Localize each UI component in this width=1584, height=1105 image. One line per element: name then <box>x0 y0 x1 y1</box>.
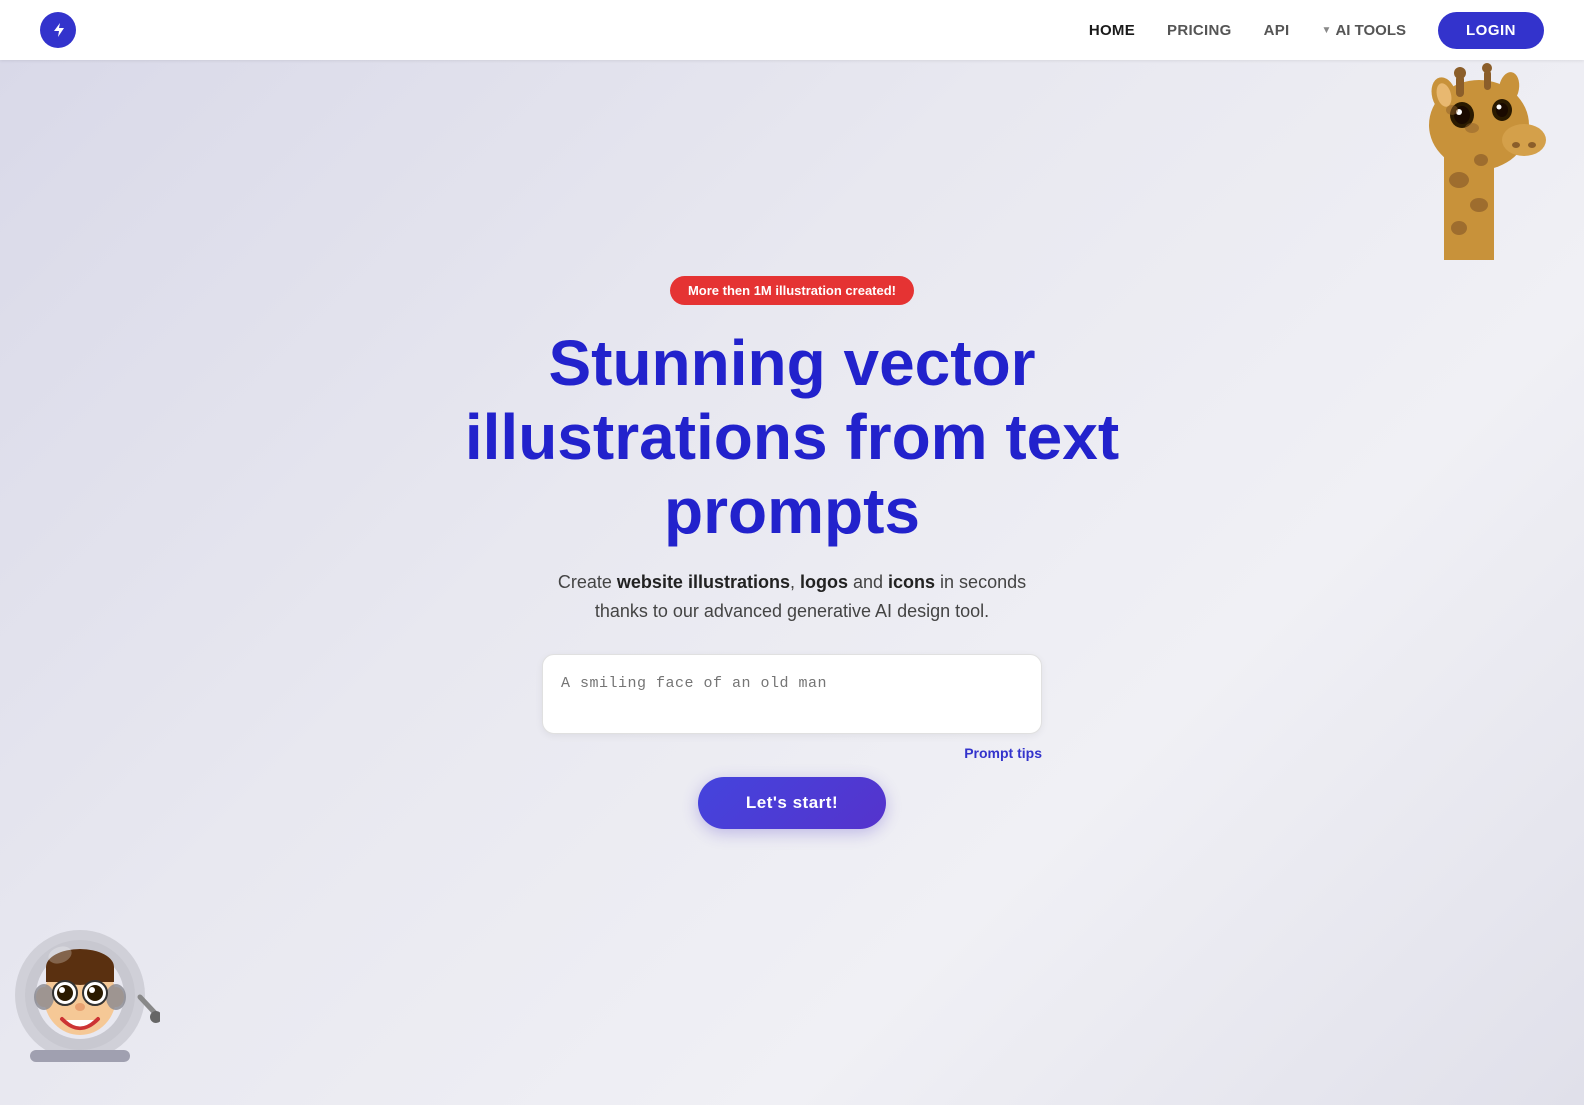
login-button[interactable]: LOGIN <box>1438 12 1544 49</box>
subtitle-bold-icons: icons <box>888 572 935 592</box>
nav-pricing[interactable]: PRICING <box>1167 22 1232 39</box>
prompt-tips-link[interactable]: Prompt tips <box>542 745 1042 761</box>
nav-home[interactable]: HOME <box>1089 22 1135 39</box>
subtitle-bold-illustrations: website illustrations <box>617 572 790 592</box>
logo-icon[interactable] <box>40 12 76 48</box>
hero-title-line3: prompts <box>664 475 920 547</box>
subtitle-bold-logos: logos <box>800 572 848 592</box>
hero-title: Stunning vector illustrations from text … <box>465 327 1119 548</box>
chevron-down-icon: ▼ <box>1322 25 1332 36</box>
nav-api[interactable]: API <box>1264 22 1290 39</box>
navbar-left <box>40 12 76 48</box>
nav-ai-tools[interactable]: ▼ AI TOOLS <box>1322 22 1406 39</box>
main-content: More then 1M illustration created! Stunn… <box>0 0 1584 1105</box>
prompt-area: Prompt tips <box>542 654 1042 761</box>
badge: More then 1M illustration created! <box>670 276 914 305</box>
start-button[interactable]: Let's start! <box>698 777 886 829</box>
hero-subtitle: Create website illustrations, logos and … <box>532 568 1052 626</box>
hero-title-line2: illustrations from text <box>465 401 1119 473</box>
navbar-right: HOME PRICING API ▼ AI TOOLS LOGIN <box>1089 12 1544 49</box>
hero-title-line1: Stunning vector <box>548 327 1035 399</box>
navbar: HOME PRICING API ▼ AI TOOLS LOGIN <box>0 0 1584 60</box>
prompt-input[interactable] <box>542 654 1042 734</box>
hero-section: More then 1M illustration created! Stunn… <box>465 276 1119 828</box>
ai-tools-label: AI TOOLS <box>1335 22 1406 39</box>
